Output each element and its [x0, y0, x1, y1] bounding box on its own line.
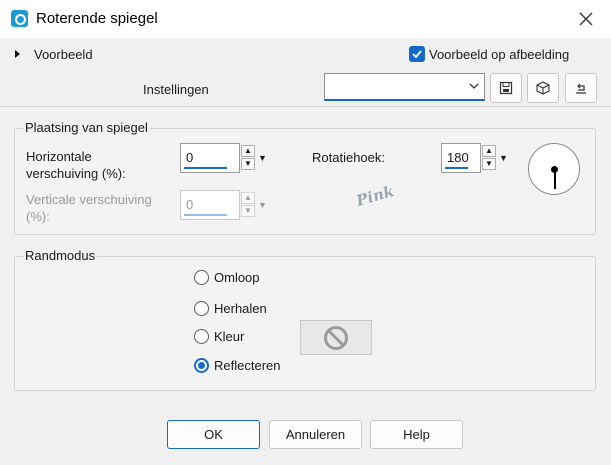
rotation-angle-label: Rotatiehoek: [312, 150, 385, 165]
radio-herhalen[interactable] [194, 301, 209, 316]
increment-up-icon[interactable]: ▲ [241, 145, 255, 157]
close-button[interactable] [568, 5, 604, 33]
dial-hub [551, 166, 558, 173]
increment-up-icon[interactable]: ▲ [482, 145, 496, 157]
radio-reflecteren-label[interactable]: Reflecteren [214, 358, 280, 373]
vertical-offset-spinbox: 0 ▲ ▼ ▼ [180, 190, 270, 220]
prohibited-icon [324, 326, 348, 350]
increment-down-icon[interactable]: ▼ [241, 158, 255, 170]
restore-defaults-button[interactable] [565, 73, 597, 103]
horizontal-offset-spinbox[interactable]: 0 ▲ ▼ ▼ [180, 143, 270, 173]
expand-preview-toggle[interactable] [14, 49, 24, 59]
vertical-offset-value: 0 [186, 197, 194, 212]
undo-arrow-icon [576, 83, 586, 94]
dropdown-arrow-icon[interactable]: ▼ [498, 145, 509, 171]
dropdown-arrow-icon: ▼ [258, 200, 267, 210]
radio-omloop[interactable] [194, 270, 209, 285]
edge-mode-group-title: Randmodus [23, 248, 98, 263]
dropdown-arrow-icon[interactable]: ▼ [257, 145, 268, 171]
preview-on-image-checkbox[interactable] [409, 46, 425, 62]
cancel-button[interactable]: Annuleren [269, 420, 362, 449]
increment-up-icon: ▲ [241, 192, 255, 204]
radio-reflecteren[interactable] [194, 358, 209, 373]
horizontal-offset-label: Horizontale verschuiving (%): [26, 149, 126, 181]
rotation-dial[interactable] [528, 143, 580, 195]
radio-omloop-label[interactable]: Omloop [214, 270, 260, 285]
app-icon [11, 10, 28, 27]
checkmark-icon [412, 50, 422, 59]
ok-button[interactable]: OK [167, 420, 260, 449]
window-title: Roterende spiegel [36, 10, 158, 27]
reset-button[interactable] [527, 73, 559, 103]
rotation-angle-spinbox[interactable]: 180 ▲ ▼ ▼ [441, 143, 515, 173]
caret-right-icon [15, 50, 20, 58]
help-button[interactable]: Help [370, 420, 463, 449]
chevron-down-icon [469, 83, 479, 89]
divider [0, 106, 611, 107]
vertical-offset-label: Verticale verschuiving (%): [26, 192, 152, 224]
save-preset-button[interactable] [490, 73, 522, 103]
preview-label[interactable]: Voorbeeld [34, 47, 93, 62]
presets-combobox[interactable] [324, 73, 485, 101]
save-icon [499, 81, 513, 95]
preview-on-image-label[interactable]: Voorbeeld op afbeelding [429, 47, 569, 62]
placement-group-title: Plaatsing van spiegel [23, 120, 150, 135]
radio-kleur-label[interactable]: Kleur [214, 329, 244, 344]
cube-icon [536, 81, 550, 95]
settings-label: Instellingen [143, 82, 209, 97]
close-icon [579, 12, 593, 26]
edge-color-swatch[interactable] [300, 320, 372, 355]
rotation-angle-value[interactable]: 180 [447, 150, 469, 165]
increment-down-icon: ▼ [241, 205, 255, 217]
radio-herhalen-label[interactable]: Herhalen [214, 301, 267, 316]
horizontal-offset-value[interactable]: 0 [186, 150, 193, 165]
radio-kleur[interactable] [194, 329, 209, 344]
increment-down-icon[interactable]: ▼ [482, 158, 496, 170]
